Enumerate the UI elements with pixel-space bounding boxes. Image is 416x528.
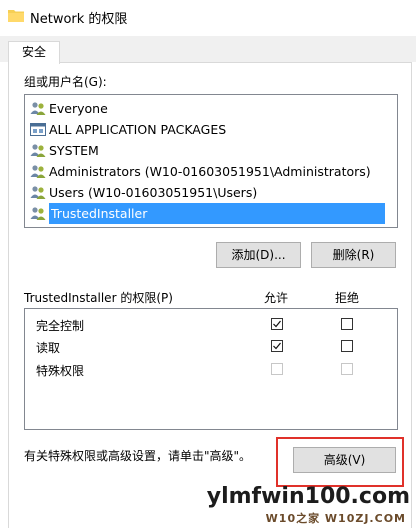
deny-column-header: 拒绝 [335, 291, 360, 305]
app-packages-icon [30, 123, 46, 136]
check-icon [273, 320, 281, 328]
users-icon [30, 165, 46, 178]
list-item-label: ALL APPLICATION PACKAGES [49, 122, 227, 137]
permissions-label: TrustedInstaller 的权限(P) [24, 291, 173, 305]
watermark-logo: ylmfwin100.com [206, 484, 410, 509]
list-item-selected[interactable]: TrustedInstaller [27, 203, 393, 224]
deny-special-checkbox [341, 363, 353, 375]
list-item-label: TrustedInstaller [49, 203, 385, 224]
allow-read-checkbox[interactable] [271, 340, 283, 352]
allow-full-control-checkbox[interactable] [271, 318, 283, 330]
users-icon [30, 186, 46, 199]
list-item-label: SYSTEM [49, 143, 99, 158]
user-icon [30, 207, 46, 220]
list-item-label: Everyone [49, 101, 108, 116]
users-icon [30, 102, 46, 115]
add-button[interactable]: 添加(D)... [216, 242, 301, 268]
title-bar: Network 的权限 [0, 0, 416, 34]
permission-special: 特殊权限 [36, 364, 85, 378]
group-list-label: 组或用户名(G): [24, 75, 107, 89]
advanced-hint-text: 有关特殊权限或高级设置，请单击"高级"。 [24, 449, 252, 463]
window-title: Network 的权限 [30, 12, 128, 27]
users-icon [30, 144, 46, 157]
highlight-frame [276, 437, 404, 487]
tab-security[interactable]: 安全 [8, 41, 60, 64]
permission-full-control: 完全控制 [36, 319, 85, 333]
group-user-list[interactable]: Everyone ALL APPLICATION PACKAGES SYSTEM… [24, 94, 398, 228]
list-item[interactable]: Users (W10-01603051951\Users) [27, 182, 393, 203]
deny-read-checkbox[interactable] [341, 340, 353, 352]
remove-button[interactable]: 删除(R) [311, 242, 396, 268]
list-item[interactable]: SYSTEM [27, 140, 393, 161]
list-item[interactable]: Administrators (W10-01603051951\Administ… [27, 161, 393, 182]
allow-special-checkbox [271, 363, 283, 375]
allow-column-header: 允许 [264, 291, 289, 305]
check-icon [273, 342, 281, 350]
watermark-subtext: W10之家 W10ZJ.COM [265, 512, 406, 525]
permission-read: 读取 [36, 341, 61, 355]
folder-icon [8, 10, 24, 22]
list-item-label: Administrators (W10-01603051951\Administ… [49, 164, 371, 179]
deny-full-control-checkbox[interactable] [341, 318, 353, 330]
list-item-label: Users (W10-01603051951\Users) [49, 185, 258, 200]
tab-strip [0, 36, 416, 62]
list-item[interactable]: Everyone [27, 98, 393, 119]
list-item[interactable]: ALL APPLICATION PACKAGES [27, 119, 393, 140]
